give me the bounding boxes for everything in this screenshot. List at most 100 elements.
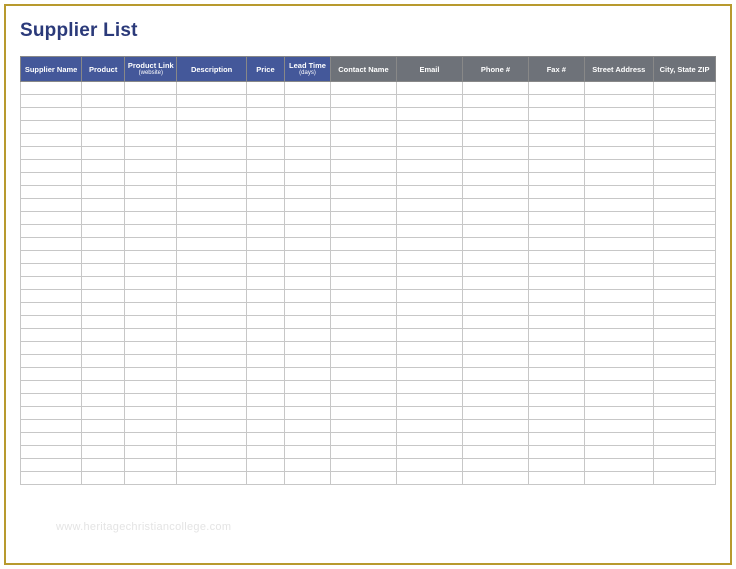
table-cell[interactable]	[462, 420, 528, 433]
table-cell[interactable]	[285, 147, 331, 160]
table-cell[interactable]	[285, 329, 331, 342]
table-cell[interactable]	[246, 459, 284, 472]
table-cell[interactable]	[654, 134, 716, 147]
table-cell[interactable]	[285, 355, 331, 368]
table-cell[interactable]	[285, 368, 331, 381]
table-cell[interactable]	[125, 381, 177, 394]
table-cell[interactable]	[462, 316, 528, 329]
table-cell[interactable]	[246, 82, 284, 95]
table-cell[interactable]	[82, 186, 125, 199]
table-cell[interactable]	[330, 186, 396, 199]
table-cell[interactable]	[177, 225, 247, 238]
table-cell[interactable]	[462, 264, 528, 277]
table-cell[interactable]	[285, 381, 331, 394]
table-cell[interactable]	[584, 212, 654, 225]
table-cell[interactable]	[125, 238, 177, 251]
table-cell[interactable]	[584, 368, 654, 381]
table-cell[interactable]	[177, 264, 247, 277]
table-cell[interactable]	[285, 394, 331, 407]
table-cell[interactable]	[396, 277, 462, 290]
table-cell[interactable]	[246, 381, 284, 394]
table-cell[interactable]	[396, 459, 462, 472]
table-cell[interactable]	[125, 394, 177, 407]
table-cell[interactable]	[21, 394, 82, 407]
table-cell[interactable]	[21, 407, 82, 420]
table-cell[interactable]	[654, 199, 716, 212]
table-cell[interactable]	[528, 329, 584, 342]
table-cell[interactable]	[462, 342, 528, 355]
table-cell[interactable]	[21, 420, 82, 433]
table-cell[interactable]	[177, 446, 247, 459]
table-cell[interactable]	[177, 329, 247, 342]
table-cell[interactable]	[21, 472, 82, 485]
table-cell[interactable]	[330, 394, 396, 407]
table-cell[interactable]	[396, 290, 462, 303]
table-cell[interactable]	[330, 264, 396, 277]
table-cell[interactable]	[246, 225, 284, 238]
table-cell[interactable]	[177, 121, 247, 134]
table-cell[interactable]	[396, 368, 462, 381]
table-cell[interactable]	[396, 212, 462, 225]
table-cell[interactable]	[654, 459, 716, 472]
table-cell[interactable]	[654, 433, 716, 446]
table-cell[interactable]	[82, 173, 125, 186]
table-cell[interactable]	[177, 147, 247, 160]
table-cell[interactable]	[330, 342, 396, 355]
table-cell[interactable]	[654, 186, 716, 199]
table-cell[interactable]	[82, 225, 125, 238]
table-cell[interactable]	[654, 238, 716, 251]
table-cell[interactable]	[462, 329, 528, 342]
table-cell[interactable]	[584, 329, 654, 342]
table-cell[interactable]	[246, 238, 284, 251]
table-cell[interactable]	[21, 303, 82, 316]
table-cell[interactable]	[246, 264, 284, 277]
table-cell[interactable]	[528, 147, 584, 160]
table-cell[interactable]	[285, 238, 331, 251]
table-cell[interactable]	[396, 95, 462, 108]
table-cell[interactable]	[528, 238, 584, 251]
table-cell[interactable]	[528, 160, 584, 173]
table-cell[interactable]	[21, 238, 82, 251]
table-cell[interactable]	[82, 108, 125, 121]
table-cell[interactable]	[654, 446, 716, 459]
table-cell[interactable]	[125, 342, 177, 355]
table-cell[interactable]	[246, 355, 284, 368]
table-cell[interactable]	[285, 108, 331, 121]
table-cell[interactable]	[528, 472, 584, 485]
table-cell[interactable]	[177, 472, 247, 485]
table-cell[interactable]	[21, 108, 82, 121]
table-cell[interactable]	[654, 355, 716, 368]
table-cell[interactable]	[462, 433, 528, 446]
table-cell[interactable]	[584, 108, 654, 121]
table-cell[interactable]	[584, 134, 654, 147]
table-cell[interactable]	[125, 407, 177, 420]
table-cell[interactable]	[177, 251, 247, 264]
table-cell[interactable]	[125, 420, 177, 433]
table-cell[interactable]	[285, 82, 331, 95]
table-cell[interactable]	[330, 277, 396, 290]
table-cell[interactable]	[528, 173, 584, 186]
table-cell[interactable]	[21, 82, 82, 95]
table-cell[interactable]	[177, 199, 247, 212]
table-cell[interactable]	[246, 342, 284, 355]
table-cell[interactable]	[21, 329, 82, 342]
table-cell[interactable]	[82, 199, 125, 212]
table-cell[interactable]	[584, 277, 654, 290]
table-cell[interactable]	[462, 446, 528, 459]
table-cell[interactable]	[21, 316, 82, 329]
table-cell[interactable]	[285, 134, 331, 147]
table-cell[interactable]	[82, 160, 125, 173]
table-cell[interactable]	[285, 199, 331, 212]
table-cell[interactable]	[654, 147, 716, 160]
table-cell[interactable]	[528, 394, 584, 407]
table-cell[interactable]	[396, 160, 462, 173]
table-cell[interactable]	[21, 290, 82, 303]
table-cell[interactable]	[528, 290, 584, 303]
table-cell[interactable]	[125, 160, 177, 173]
table-cell[interactable]	[654, 173, 716, 186]
table-cell[interactable]	[654, 368, 716, 381]
table-cell[interactable]	[285, 95, 331, 108]
table-cell[interactable]	[396, 251, 462, 264]
table-cell[interactable]	[584, 433, 654, 446]
table-cell[interactable]	[330, 407, 396, 420]
